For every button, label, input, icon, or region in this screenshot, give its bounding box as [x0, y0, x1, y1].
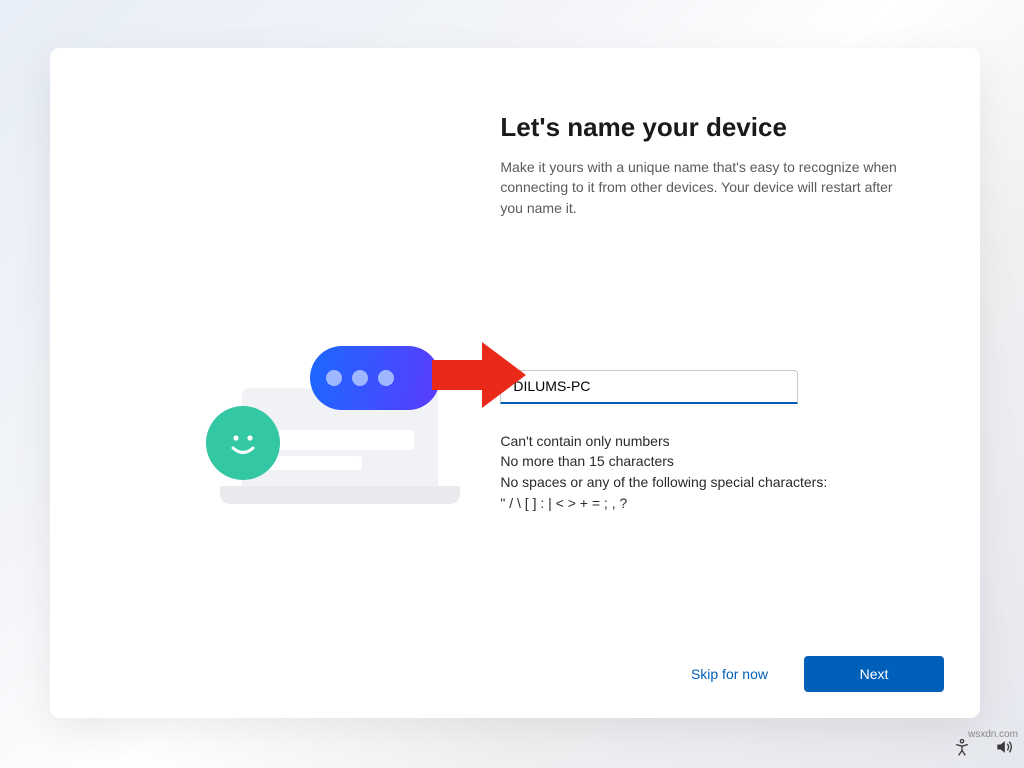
- smiley-face-icon: [206, 406, 280, 480]
- rule-length: No more than 15 characters: [500, 452, 932, 472]
- device-name-input[interactable]: [500, 370, 798, 404]
- input-placeholder-shape: [262, 430, 414, 450]
- illustration-pane: [50, 48, 496, 718]
- page-subtitle: Make it yours with a unique name that's …: [500, 157, 900, 218]
- laptop-base-shape: [220, 486, 460, 504]
- rule-numbers: Can't contain only numbers: [500, 432, 932, 452]
- footer-actions: Skip for now Next: [691, 656, 944, 692]
- setup-window: Let's name your device Make it yours wit…: [50, 48, 980, 718]
- system-tray: [952, 737, 1014, 762]
- device-illustration: [180, 338, 440, 518]
- rule-chars: " / \ [ ] : | < > + = ; , ?: [500, 494, 932, 514]
- skip-button[interactable]: Skip for now: [691, 666, 768, 682]
- device-name-field-wrap: [500, 370, 798, 404]
- page-title: Let's name your device: [500, 112, 932, 143]
- password-bubble-icon: [310, 346, 440, 410]
- accessibility-icon[interactable]: [952, 737, 972, 762]
- volume-icon[interactable]: [994, 737, 1014, 762]
- content-pane: Let's name your device Make it yours wit…: [496, 48, 980, 718]
- input-placeholder-shape-2: [262, 456, 362, 470]
- next-button[interactable]: Next: [804, 656, 944, 692]
- rule-special: No spaces or any of the following specia…: [500, 473, 932, 493]
- naming-rules: Can't contain only numbers No more than …: [500, 432, 932, 513]
- watermark-text: wsxdn.com: [968, 729, 1018, 740]
